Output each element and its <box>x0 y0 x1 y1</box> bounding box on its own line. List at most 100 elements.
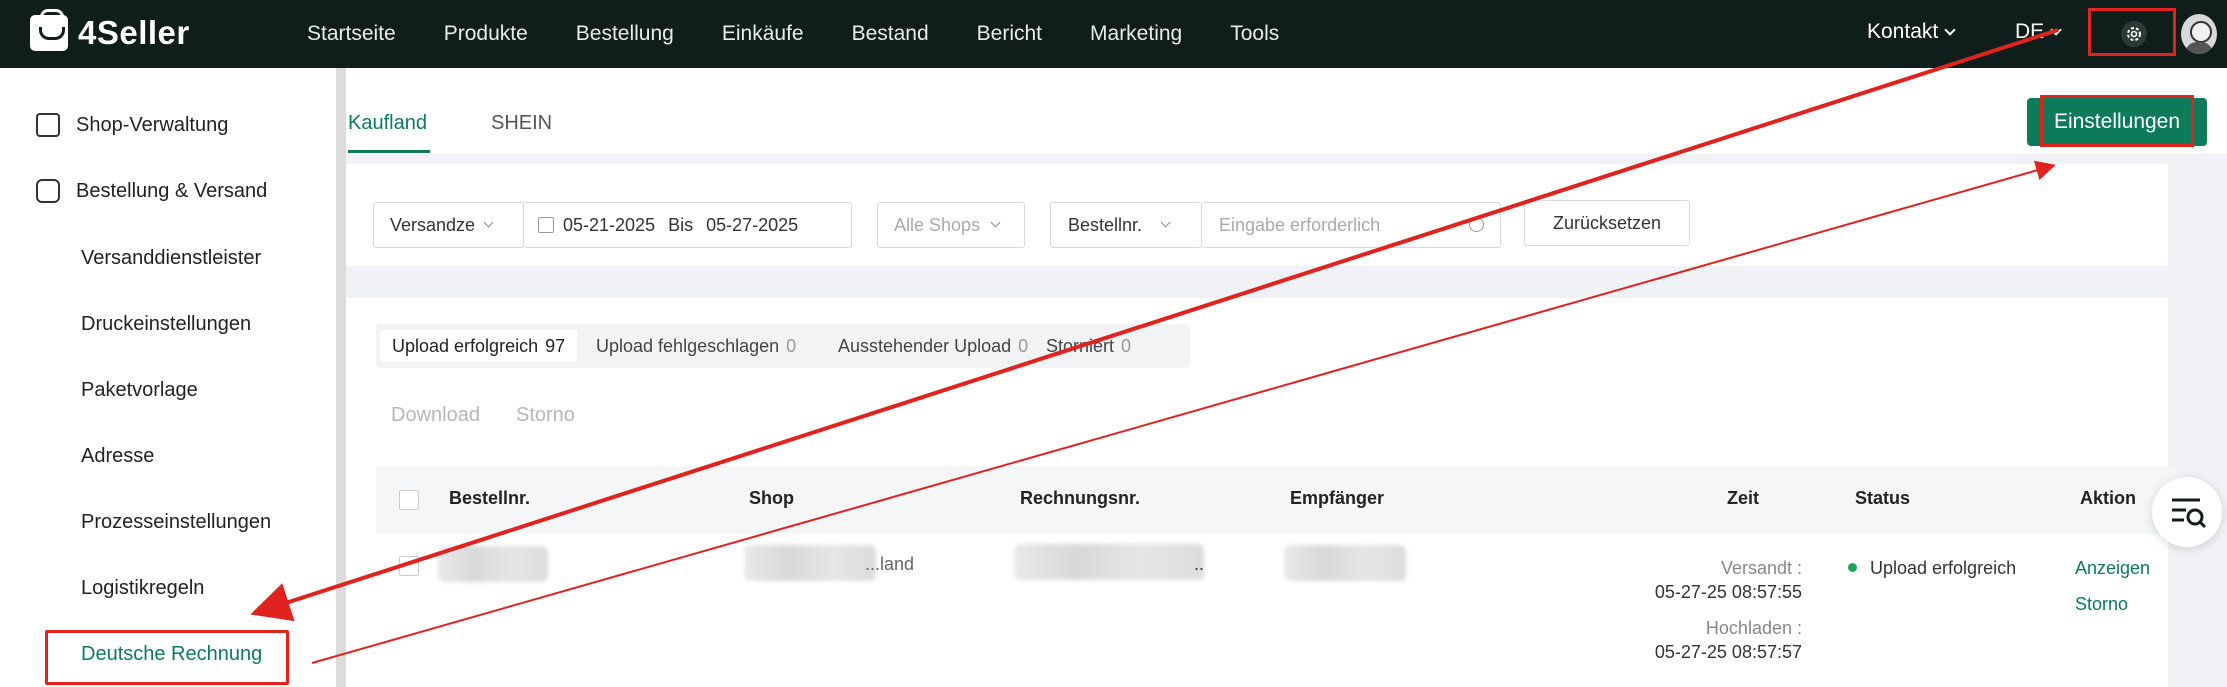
sidebar: Shop-Verwaltung Bestellung & Versand Ver… <box>0 68 336 687</box>
tab-kaufland[interactable]: Kaufland <box>348 112 427 135</box>
chevron-down-icon <box>1160 217 1171 227</box>
chevron-down-icon <box>1944 24 1956 36</box>
invoice-list-panel: Upload erfolgreich 97 Upload fehlgeschlag… <box>346 298 2176 687</box>
shop-select[interactable]: Alle Shops <box>877 202 1025 248</box>
order-icon <box>36 179 60 203</box>
sidebar-group-label: Bestellung & Versand <box>76 179 268 202</box>
success-status-dot <box>1848 563 1857 572</box>
status-tab-upload-failed[interactable]: Upload fehlgeschlagen 0 <box>584 330 808 362</box>
download-button[interactable]: Download <box>391 404 480 427</box>
top-navigation-bar: 4Seller Startseite Produkte Bestellung E… <box>0 0 2227 68</box>
column-header-time: Zeit <box>1727 488 1760 508</box>
sidebar-group-label: Shop-Verwaltung <box>76 113 229 136</box>
status-tab-upload-pending[interactable]: Ausstehender Upload 0 <box>826 330 1040 362</box>
sidebar-group-bestellung-versand[interactable]: Bestellung & Versand <box>36 179 267 203</box>
column-header-invoice-number: Rechnungsnr. <box>1020 488 1141 508</box>
select-all-checkbox[interactable] <box>399 490 419 510</box>
sidebar-item-adresse[interactable]: Adresse <box>81 445 154 468</box>
logo-text: 4Seller <box>78 14 190 51</box>
chevron-down-icon <box>483 217 494 227</box>
shop-select-value: Alle Shops <box>894 214 981 235</box>
date-to-label: Bis <box>668 214 694 235</box>
shipped-time: 05-27-25 08:57:55 <box>1654 582 1802 602</box>
status-tabs: Upload erfolgreich 97 Upload fehlgeschlag… <box>376 324 1190 368</box>
date-range-picker[interactable]: 05-21-2025 Bis 05-27-2025 <box>523 202 852 248</box>
blurred-shop-name <box>744 545 876 581</box>
nav-item-bestellung[interactable]: Bestellung <box>576 22 674 46</box>
status-cell: Upload erfolgreich <box>1848 558 2016 579</box>
nav-item-bericht[interactable]: Bericht <box>977 22 1042 46</box>
column-header-action: Aktion <box>2080 488 2136 508</box>
main-content: Kaufland SHEIN Einstellungen Versandze 0… <box>346 68 2227 687</box>
date-type-select[interactable]: Versandze <box>373 202 524 248</box>
search-input[interactable]: Eingabe erforderlich <box>1201 202 1501 248</box>
shipped-label: Versandt : <box>1720 558 1802 578</box>
sidebar-item-versanddienstleister[interactable]: Versanddienstleister <box>81 247 261 270</box>
view-invoice-link[interactable]: Anzeigen <box>2075 558 2150 579</box>
search-field-value: Bestellnr. <box>1068 214 1143 235</box>
storno-bulk-button[interactable]: Storno <box>516 404 575 427</box>
sidebar-item-paketvorlage[interactable]: Paketvorlage <box>81 379 198 402</box>
search-placeholder: Eingabe erforderlich <box>1219 214 1381 235</box>
settings-highlight-box <box>2088 8 2176 56</box>
cancel-invoice-link[interactable]: Storno <box>2075 594 2128 615</box>
column-header-order-number: Bestellnr. <box>449 488 531 508</box>
uploaded-time: 05-27-25 08:57:57 <box>1654 642 1802 662</box>
language-label: DE <box>2015 20 2045 43</box>
sidebar-group-shop-verwaltung[interactable]: Shop-Verwaltung <box>36 113 228 137</box>
search-field-select[interactable]: Bestellnr. <box>1050 202 1202 248</box>
date-type-value: Versandze <box>390 214 476 235</box>
logo-bag-icon <box>30 9 68 51</box>
nav-item-bestand[interactable]: Bestand <box>852 22 929 46</box>
language-menu[interactable]: DE <box>2015 20 2062 44</box>
status-tab-count: 97 <box>545 335 566 356</box>
shop-name-suffix: ...land <box>865 554 915 574</box>
chevron-down-icon <box>990 217 1001 227</box>
gear-icon[interactable] <box>2121 21 2147 47</box>
status-text: Upload erfolgreich <box>1870 558 2017 578</box>
sidebar-item-druckeinstellungen[interactable]: Druckeinstellungen <box>81 313 251 336</box>
main-nav: Startseite Produkte Bestellung Einkäufe … <box>307 0 1327 68</box>
filter-panel: Versandze 05-21-2025 Bis 05-27-2025 Alle… <box>346 164 2168 266</box>
settings-button-highlight-box <box>2040 95 2194 147</box>
sidebar-highlight-box <box>45 630 289 685</box>
nav-item-einkaeufe[interactable]: Einkäufe <box>722 22 804 46</box>
status-tab-label: Ausstehender Upload <box>838 335 1012 356</box>
status-tab-count: 0 <box>1121 335 1132 356</box>
reset-button[interactable]: Zurücksetzen <box>1524 200 1690 246</box>
search-list-icon <box>2172 498 2207 529</box>
status-tab-label: Upload fehlgeschlagen <box>596 335 780 356</box>
status-tab-label: Storniert <box>1046 335 1115 356</box>
nav-item-startseite[interactable]: Startseite <box>307 22 396 46</box>
column-header-shop: Shop <box>749 488 794 508</box>
table-header: Bestellnr. Shop Rechnungsnr. Empfänger Z… <box>376 466 2176 534</box>
blurred-recipient <box>1284 545 1406 581</box>
row-checkbox[interactable] <box>399 556 419 576</box>
date-to: 05-27-2025 <box>706 214 799 235</box>
blurred-order-number <box>438 546 548 582</box>
blurred-invoice-number <box>1014 544 1204 580</box>
contact-menu[interactable]: Kontakt <box>1867 20 1956 44</box>
status-tab-cancelled[interactable]: Storniert 0 <box>1034 330 1143 362</box>
nav-item-marketing[interactable]: Marketing <box>1090 22 1182 46</box>
sidebar-item-prozesseinstellungen[interactable]: Prozesseinstellungen <box>81 511 271 534</box>
nav-item-tools[interactable]: Tools <box>1230 22 1279 46</box>
store-icon <box>36 113 60 137</box>
status-tab-upload-success[interactable]: Upload erfolgreich 97 <box>380 330 578 362</box>
nav-item-produkte[interactable]: Produkte <box>444 22 528 46</box>
avatar[interactable] <box>2181 14 2217 54</box>
search-list-floating-button[interactable] <box>2152 477 2222 547</box>
sidebar-scrollbar[interactable] <box>336 68 346 687</box>
sidebar-item-logistikregeln[interactable]: Logistikregeln <box>81 577 204 600</box>
status-tab-count: 0 <box>786 335 797 356</box>
date-from: 05-21-2025 <box>563 214 656 235</box>
calendar-icon <box>538 217 554 233</box>
status-tab-count: 0 <box>1018 335 1029 356</box>
contact-label: Kontakt <box>1867 20 1939 43</box>
status-tab-label: Upload erfolgreich <box>392 335 539 356</box>
tab-shein[interactable]: SHEIN <box>491 112 552 135</box>
search-icon[interactable] <box>1469 217 1484 232</box>
app-logo[interactable]: 4Seller <box>30 9 190 52</box>
column-header-recipient: Empfänger <box>1290 488 1385 508</box>
active-tab-indicator <box>348 150 430 153</box>
